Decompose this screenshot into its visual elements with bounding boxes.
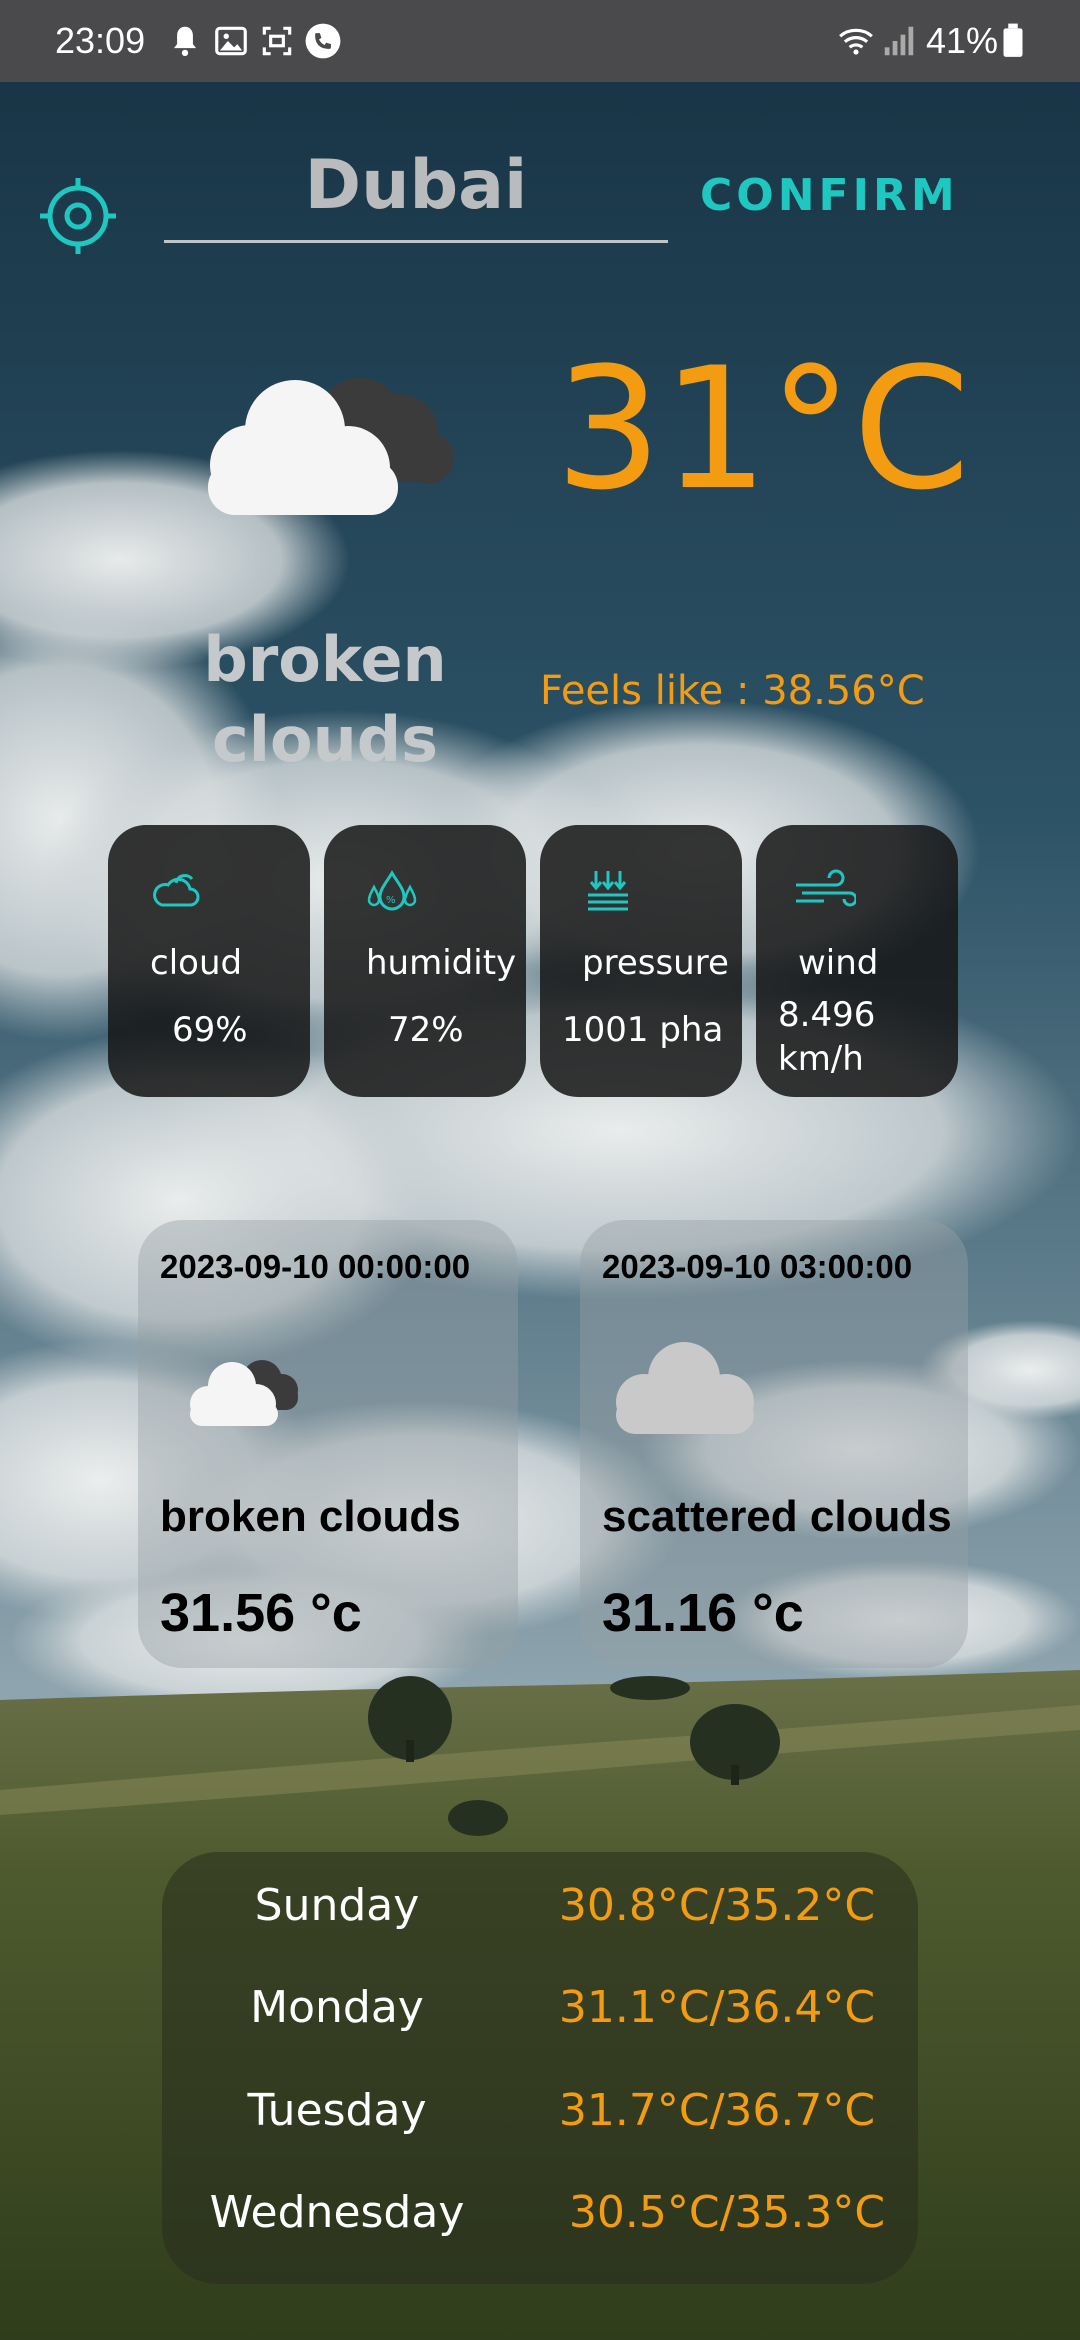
gallery-icon <box>215 26 247 56</box>
pressure-icon <box>588 871 628 911</box>
forecast-description: broken clouds <box>160 1492 461 1541</box>
wind-icon <box>796 869 856 907</box>
forecast-datetime: 2023-09-10 03:00:00 <box>602 1248 913 1285</box>
stat-card-wind: wind 8.496 km/h <box>756 825 958 1097</box>
confirm-button[interactable]: CONFIRM <box>700 170 959 221</box>
stat-label: humidity <box>366 943 517 983</box>
daily-row: Tuesday 31.7°C/36.7°C <box>162 2085 918 2165</box>
day-name: Monday <box>250 1982 424 2033</box>
daily-forecast-panel: Sunday 30.8°C/35.2°C Monday 31.1°C/36.4°… <box>162 1852 918 2284</box>
day-temp-range: 31.1°C/36.4°C <box>558 1982 876 2033</box>
humidity-icon: % <box>367 870 417 911</box>
cloud-icon <box>153 874 200 907</box>
feels-like-temperature: Feels like : 38.56°C <box>540 668 925 714</box>
screenshot-icon <box>262 26 292 56</box>
stat-card-pressure: pressure 1001 pha <box>540 825 742 1097</box>
scattered-clouds-icon <box>616 1342 754 1434</box>
forecast-description: scattered clouds <box>602 1492 952 1541</box>
stat-label: pressure <box>582 943 729 983</box>
city-search-input[interactable]: Dubai <box>164 140 668 243</box>
daily-row: Monday 31.1°C/36.4°C <box>162 1982 918 2062</box>
current-temperature: 31°C <box>555 331 971 527</box>
day-temp-range: 31.7°C/36.7°C <box>558 2085 876 2136</box>
stat-card-cloud: cloud 69% <box>108 825 310 1097</box>
forecast-datetime: 2023-09-10 00:00:00 <box>160 1248 471 1285</box>
day-temp-range: 30.5°C/35.3°C <box>568 2187 886 2238</box>
wifi-icon <box>839 28 873 55</box>
forecast-card: 2023-09-10 03:00:00 scattered clouds 31.… <box>580 1220 968 1668</box>
stat-label: cloud <box>150 943 243 983</box>
stat-card-humidity: % humidity 72% <box>324 825 526 1097</box>
status-time: 23:09 <box>55 20 146 61</box>
signal-icon <box>884 26 914 56</box>
city-name: Dubai <box>304 146 528 225</box>
forecast-temperature: 31.16 °c <box>602 1583 804 1643</box>
battery-icon <box>1003 23 1023 57</box>
day-name: Wednesday <box>209 2187 465 2238</box>
alarm-bell-icon <box>173 26 197 57</box>
daily-row: Sunday 30.8°C/35.2°C <box>162 1880 918 1960</box>
forecast-temperature: 31.56 °c <box>160 1583 362 1643</box>
battery-percent: 41% <box>926 20 999 61</box>
stat-value: 69% <box>172 1010 248 1050</box>
broken-clouds-icon <box>208 378 454 515</box>
daily-row: Wednesday 30.5°C/35.3°C <box>162 2187 918 2267</box>
phone-call-icon <box>305 23 341 59</box>
crosshair-locate-icon[interactable] <box>38 176 118 256</box>
day-name: Sunday <box>254 1880 420 1931</box>
forecast-card: 2023-09-10 00:00:00 broken clouds 31.56 … <box>138 1220 518 1668</box>
stat-value: 72% <box>388 1010 464 1050</box>
day-temp-range: 30.8°C/35.2°C <box>558 1880 876 1931</box>
stat-value: 8.496 km/h <box>778 995 876 1079</box>
broken-clouds-icon <box>190 1360 298 1426</box>
status-bar: 23:09 41% <box>0 0 1080 82</box>
svg-text:%: % <box>386 895 396 906</box>
stat-label: wind <box>798 943 879 983</box>
stat-value: 1001 pha <box>562 1010 724 1050</box>
day-name: Tuesday <box>247 2085 427 2136</box>
weather-description: broken clouds <box>203 623 447 776</box>
